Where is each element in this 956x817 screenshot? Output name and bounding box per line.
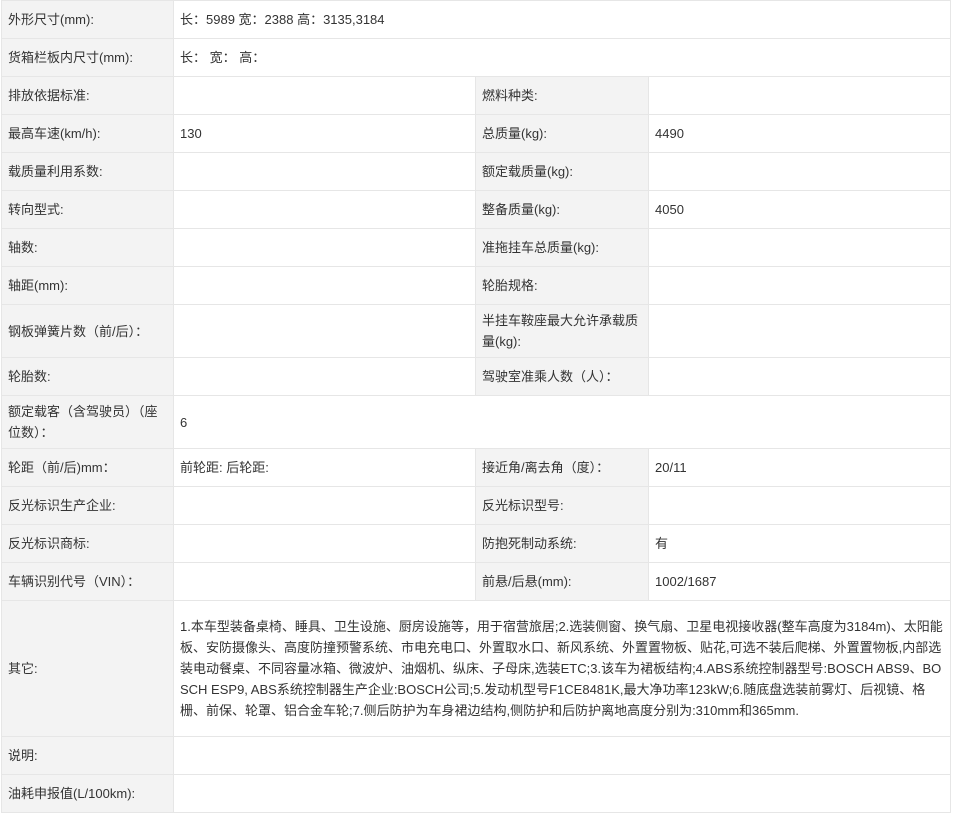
spec-value: 长： 宽： 高： [172, 38, 952, 77]
spec-value: 4490 [647, 114, 952, 153]
spec-value [173, 190, 476, 229]
table-row: 外形尺寸(mm): 长：5989 宽：2388 高：3135,3184 [1, 0, 952, 39]
spec-value [173, 228, 476, 267]
spec-label: 货箱栏板内尺寸(mm): [1, 38, 174, 77]
table-row: 油耗申报值(L/100km): [1, 774, 952, 813]
spec-label: 防抱死制动系统: [475, 524, 649, 563]
spec-value [647, 357, 952, 396]
spec-label: 半挂车鞍座最大允许承载质量(kg): [475, 304, 649, 358]
spec-label: 前悬/后悬(mm): [475, 562, 649, 601]
table-row: 车辆识别代号（VIN）： 前悬/后悬(mm): 1002/1687 [1, 562, 952, 601]
spec-label: 外形尺寸(mm): [1, 0, 174, 39]
spec-value [647, 228, 952, 267]
spec-label: 油耗申报值(L/100km): [1, 774, 174, 813]
spec-value: 6 [172, 395, 952, 449]
table-row: 轴距(mm): 轮胎规格: [1, 266, 952, 305]
spec-label: 反光标识生产企业: [1, 486, 174, 525]
spec-label: 准拖挂车总质量(kg): [475, 228, 649, 267]
spec-label: 整备质量(kg): [475, 190, 649, 229]
table-row: 轮距（前/后)mm： 前轮距: 后轮距: 接近角/离去角（度）： 20/11 [1, 448, 952, 487]
spec-label: 其它: [1, 600, 174, 737]
spec-label: 轴距(mm): [1, 266, 174, 305]
spec-value [173, 76, 476, 115]
spec-value [173, 304, 476, 358]
table-row: 货箱栏板内尺寸(mm): 长： 宽： 高： [1, 38, 952, 77]
spec-value: 有 [647, 524, 952, 563]
spec-label: 驾驶室准乘人数（人）： [475, 357, 649, 396]
spec-label: 反光标识商标: [1, 524, 174, 563]
table-row: 排放依据标准: 燃料种类: [1, 76, 952, 115]
spec-label: 说明: [1, 736, 174, 775]
spec-label: 轮胎规格: [475, 266, 649, 305]
table-row: 最高车速(km/h): 130 总质量(kg): 4490 [1, 114, 952, 153]
spec-label: 燃料种类: [475, 76, 649, 115]
spec-value [173, 524, 476, 563]
spec-value [173, 357, 476, 396]
spec-value [173, 562, 476, 601]
spec-value: 130 [173, 114, 476, 153]
spec-label: 总质量(kg): [475, 114, 649, 153]
table-row: 载质量利用系数: 额定载质量(kg): [1, 152, 952, 191]
spec-label: 额定载质量(kg): [475, 152, 649, 191]
spec-value [172, 736, 952, 775]
table-row: 反光标识生产企业: 反光标识型号: [1, 486, 952, 525]
table-row: 额定载客（含驾驶员）（座位数）： 6 [1, 395, 952, 449]
spec-value [647, 304, 952, 358]
table-row: 轴数: 准拖挂车总质量(kg): [1, 228, 952, 267]
table-row: 转向型式: 整备质量(kg): 4050 [1, 190, 952, 229]
spec-value [173, 486, 476, 525]
spec-value: 前轮距: 后轮距: [173, 448, 476, 487]
spec-value [173, 266, 476, 305]
spec-value: 1002/1687 [647, 562, 952, 601]
spec-value [172, 774, 952, 813]
spec-value [647, 76, 952, 115]
table-row: 反光标识商标: 防抱死制动系统: 有 [1, 524, 952, 563]
table-row: 钢板弹簧片数（前/后）： 半挂车鞍座最大允许承载质量(kg): [1, 304, 952, 358]
spec-label: 轮胎数: [1, 357, 174, 396]
spec-label: 排放依据标准: [1, 76, 174, 115]
spec-value: 长：5989 宽：2388 高：3135,3184 [172, 0, 952, 39]
spec-label: 轮距（前/后)mm： [1, 448, 174, 487]
spec-label: 车辆识别代号（VIN）： [1, 562, 174, 601]
vehicle-spec-table: 外形尺寸(mm): 长：5989 宽：2388 高：3135,3184 货箱栏板… [1, 0, 952, 813]
spec-value [647, 152, 952, 191]
spec-value [647, 486, 952, 525]
spec-value [647, 266, 952, 305]
spec-value: 4050 [647, 190, 952, 229]
table-row: 其它: 1.本车型装备桌椅、睡具、卫生设施、厨房设施等，用于宿营旅居;2.选装侧… [1, 600, 952, 737]
spec-label: 钢板弹簧片数（前/后）： [1, 304, 174, 358]
spec-label: 载质量利用系数: [1, 152, 174, 191]
table-row: 轮胎数: 驾驶室准乘人数（人）： [1, 357, 952, 396]
spec-value: 20/11 [647, 448, 952, 487]
spec-label: 最高车速(km/h): [1, 114, 174, 153]
table-row: 说明: [1, 736, 952, 775]
spec-label: 转向型式: [1, 190, 174, 229]
spec-label: 反光标识型号: [475, 486, 649, 525]
spec-value: 1.本车型装备桌椅、睡具、卫生设施、厨房设施等，用于宿营旅居;2.选装侧窗、换气… [172, 600, 952, 737]
spec-value [173, 152, 476, 191]
spec-label: 接近角/离去角（度）： [475, 448, 649, 487]
spec-label: 轴数: [1, 228, 174, 267]
spec-label: 额定载客（含驾驶员）（座位数）： [1, 395, 174, 449]
